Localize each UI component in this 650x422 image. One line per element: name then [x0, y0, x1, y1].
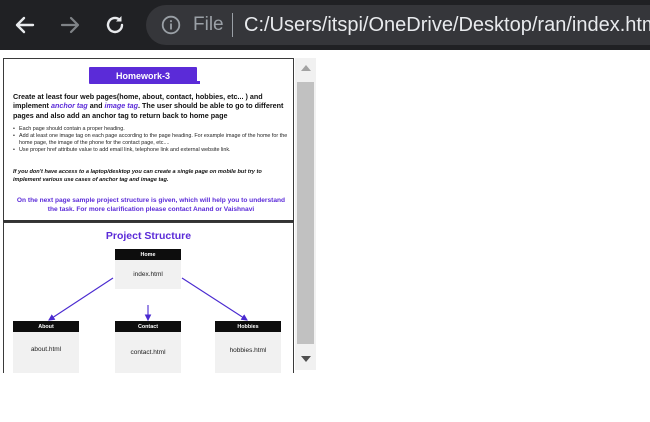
page-content: Homework-3 Create at least four web page…: [0, 50, 650, 422]
reload-icon: [106, 16, 124, 34]
image-tag-keyword: image tag: [104, 101, 139, 111]
scroll-down-button[interactable]: [295, 350, 316, 368]
arrow-right-icon: [60, 16, 80, 34]
home-node: Home index.html: [115, 249, 181, 289]
contact-node: Contact contact.html: [115, 321, 181, 373]
scrollbar-bottom-area: [295, 370, 316, 422]
node-file: hobbies.html: [229, 347, 267, 354]
arrow-left-icon: [15, 16, 35, 34]
node-heading: Hobbies: [215, 321, 281, 332]
node-heading: Home: [115, 249, 181, 260]
hobbies-node: Hobbies hobbies.html: [215, 321, 281, 373]
homework-badge: Homework-3: [89, 67, 197, 84]
list-item: Each page should contain a proper headin…: [13, 126, 289, 133]
reload-button[interactable]: [100, 10, 130, 40]
node-file: contact.html: [130, 349, 166, 356]
scroll-up-arrow-icon: [300, 64, 311, 71]
url-text[interactable]: C:/Users/itspi/OneDrive/Desktop/ran/inde…: [244, 13, 650, 37]
mobile-note: If you don't have access to a laptop/des…: [13, 169, 262, 183]
arrow-to-hobbies: [181, 277, 248, 321]
next-page-note: On the next page sample project structur…: [16, 197, 286, 213]
scroll-thumb[interactable]: [297, 82, 314, 344]
browser-toolbar: File C:/Users/itspi/OneDrive/Desktop/ran…: [0, 0, 650, 50]
url-separator: [232, 13, 233, 37]
node-file: index.html: [133, 271, 163, 278]
badge-accent: [196, 81, 200, 84]
node-file: about.html: [30, 346, 62, 353]
back-button[interactable]: [10, 10, 40, 40]
address-bar[interactable]: File C:/Users/itspi/OneDrive/Desktop/ran…: [146, 5, 650, 45]
forward-button[interactable]: [55, 10, 85, 40]
pdf-page-2: Project Structure Home index.html About …: [3, 222, 294, 373]
scheme-label: File: [193, 14, 224, 35]
requirements-list: Each page should contain a proper headin…: [13, 126, 289, 154]
pdf-viewer[interactable]: Homework-3 Create at least four web page…: [0, 58, 316, 422]
anchor-tag-keyword: anchor tag: [50, 101, 88, 111]
vertical-scrollbar[interactable]: [295, 58, 316, 422]
list-item: Use proper href attribute value to add e…: [13, 147, 289, 154]
task-intro: Create at least four web pages(home, abo…: [13, 92, 284, 120]
about-node: About about.html: [13, 321, 79, 373]
list-item: Add at least one image tag on each page …: [13, 133, 289, 147]
scroll-up-button[interactable]: [295, 58, 316, 76]
info-icon[interactable]: [161, 15, 181, 35]
node-heading: Contact: [115, 321, 181, 332]
scroll-down-arrow-icon: [300, 355, 311, 362]
arrow-to-about: [48, 277, 114, 321]
pdf-page-1: Homework-3 Create at least four web page…: [3, 58, 294, 222]
node-heading: About: [13, 321, 79, 332]
